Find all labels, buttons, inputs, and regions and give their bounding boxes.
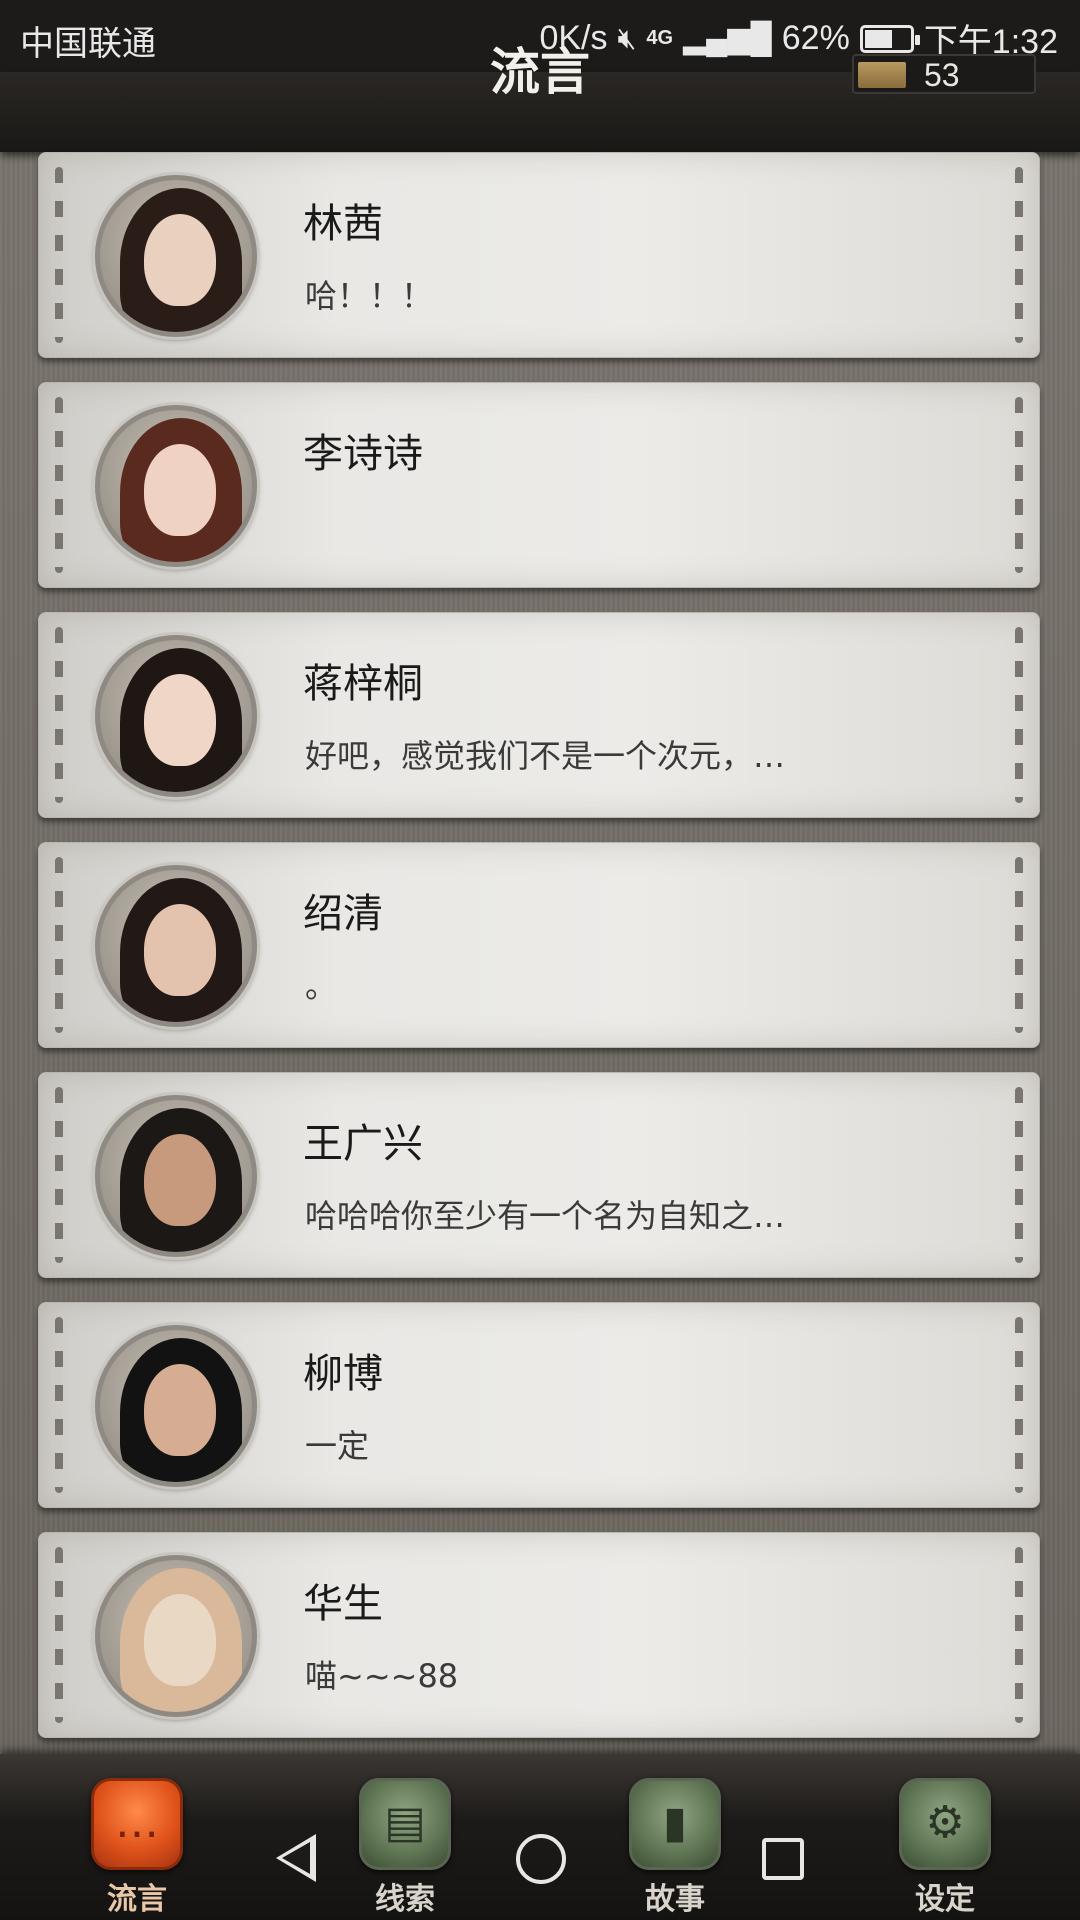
contact-last-message: 哈！！！ [305, 277, 434, 315]
binding-holes [1015, 857, 1023, 1033]
tab-label: 流言 [107, 1882, 167, 1917]
binding-holes [55, 1317, 63, 1493]
contact-last-message: 好吧，感觉我们不是一个次元，… [305, 737, 786, 775]
avatar-face [144, 444, 216, 536]
contact-name: 华生 [303, 1581, 383, 1627]
binding-holes [55, 857, 63, 1033]
tab-clues[interactable]: ▤ 线索 [350, 1778, 460, 1918]
contact-last-message: 一定 [305, 1427, 370, 1465]
clue-notes-icon: ▤ [359, 1778, 451, 1870]
avatar-face [144, 674, 216, 766]
avatar [95, 635, 257, 797]
avatar [95, 1555, 257, 1717]
tab-label: 故事 [645, 1882, 705, 1917]
contact-card[interactable]: 林茜 哈！！！ [38, 152, 1040, 358]
contact-card[interactable]: 李诗诗 [38, 382, 1040, 588]
binding-holes [1015, 1317, 1023, 1493]
coin-icon [858, 62, 906, 88]
story-book-icon: ▮ [629, 1778, 721, 1870]
avatar-face [144, 1134, 216, 1226]
avatar [95, 1095, 257, 1257]
contact-card[interactable]: 王广兴 哈哈哈你至少有一个名为自知之… [38, 1072, 1040, 1278]
tab-label: 设定 [915, 1882, 975, 1917]
home-icon[interactable] [516, 1834, 566, 1884]
binding-holes [55, 1547, 63, 1723]
contact-last-message: 。 [305, 967, 338, 1005]
contact-card[interactable]: 柳博 一定 [38, 1302, 1040, 1508]
tab-story[interactable]: ▮ 故事 [620, 1778, 730, 1918]
avatar [95, 1325, 257, 1487]
tab-label: 线索 [375, 1882, 435, 1917]
contact-name: 王广兴 [303, 1121, 423, 1167]
binding-holes [55, 627, 63, 803]
contact-name: 李诗诗 [303, 431, 423, 477]
chat-bubble-icon: … [91, 1778, 183, 1870]
back-icon[interactable] [276, 1834, 316, 1882]
avatar-face [144, 904, 216, 996]
contact-name: 绍清 [303, 891, 383, 937]
binding-holes [1015, 167, 1023, 343]
coin-count: 53 [924, 57, 960, 93]
avatar [95, 175, 257, 337]
binding-holes [55, 1087, 63, 1263]
contact-card[interactable]: 蒋梓桐 好吧，感觉我们不是一个次元，… [38, 612, 1040, 818]
binding-holes [1015, 397, 1023, 573]
contact-name: 柳博 [303, 1351, 383, 1397]
coin-counter[interactable]: 53 [852, 54, 1036, 94]
avatar [95, 405, 257, 567]
recent-apps-icon[interactable] [762, 1838, 804, 1880]
avatar [95, 865, 257, 1027]
contact-card[interactable]: 绍清 。 [38, 842, 1040, 1048]
contact-name: 蒋梓桐 [303, 661, 423, 707]
binding-holes [55, 397, 63, 573]
binding-holes [1015, 1087, 1023, 1263]
avatar-face [144, 214, 216, 306]
avatar-face [144, 1594, 216, 1686]
contact-last-message: 喵~~~88 [305, 1657, 459, 1695]
tab-rumors[interactable]: … 流言 [82, 1778, 192, 1918]
contact-name: 林茜 [303, 201, 383, 247]
binding-holes [1015, 1547, 1023, 1723]
avatar-face [144, 1364, 216, 1456]
app-header: 流言 53 [0, 42, 1080, 152]
binding-holes [55, 167, 63, 343]
gear-icon: ⚙ [899, 1778, 991, 1870]
contact-last-message: 哈哈哈你至少有一个名为自知之… [305, 1197, 786, 1235]
tab-settings[interactable]: ⚙ 设定 [890, 1778, 1000, 1918]
contact-card[interactable]: 华生 喵~~~88 [38, 1532, 1040, 1738]
binding-holes [1015, 627, 1023, 803]
